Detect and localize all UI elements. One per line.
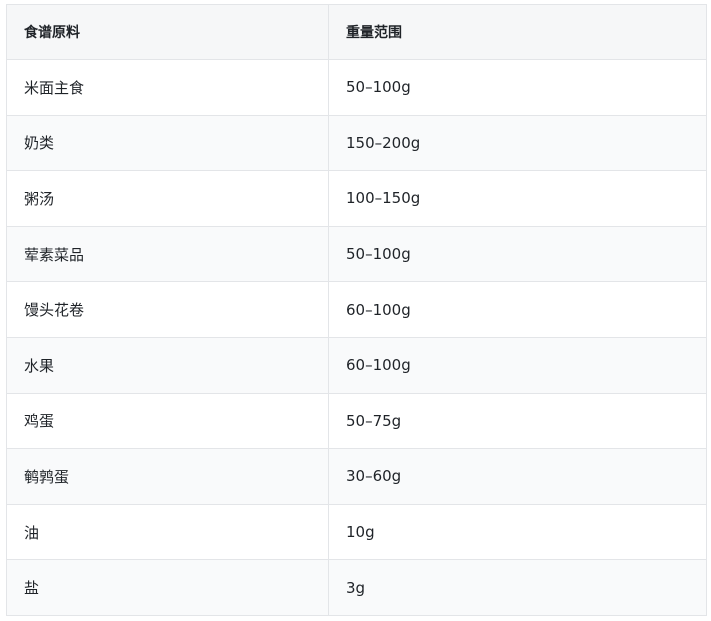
ingredient-cell: 米面主食 xyxy=(6,59,329,116)
table-row: 油 10g xyxy=(6,503,707,561)
table-row: 鸡蛋 50–75g xyxy=(6,392,707,450)
weight-range-cell: 60–100g xyxy=(328,281,707,338)
ingredient-cell: 盐 xyxy=(6,559,329,616)
table-row: 盐 3g xyxy=(6,559,707,616)
weight-range-cell: 50–100g xyxy=(328,59,707,116)
ingredient-cell: 荤素菜品 xyxy=(6,225,329,283)
table-row: 水果 60–100g xyxy=(6,336,707,394)
ingredient-cell: 馒头花卷 xyxy=(6,281,329,338)
weight-range-cell: 150–200g xyxy=(328,114,707,172)
table-row: 馒头花卷 60–100g xyxy=(6,281,707,338)
ingredient-cell: 油 xyxy=(6,503,329,561)
weight-range-cell: 30–60g xyxy=(328,448,707,505)
table-row: 鹌鹑蛋 30–60g xyxy=(6,448,707,505)
recipe-weight-table: 食谱原料 重量范围 米面主食 50–100g 奶类 150–200g 粥汤 10… xyxy=(6,4,707,616)
weight-range-cell: 3g xyxy=(328,559,707,616)
weight-range-cell: 50–100g xyxy=(328,225,707,283)
ingredient-cell: 鸡蛋 xyxy=(6,392,329,450)
weight-range-cell: 50–75g xyxy=(328,392,707,450)
table-row: 米面主食 50–100g xyxy=(6,59,707,116)
ingredient-cell: 奶类 xyxy=(6,114,329,172)
header-weight-range: 重量范围 xyxy=(328,4,707,60)
table-row: 粥汤 100–150g xyxy=(6,170,707,227)
ingredient-cell: 鹌鹑蛋 xyxy=(6,448,329,505)
header-ingredient: 食谱原料 xyxy=(6,4,329,60)
weight-range-cell: 10g xyxy=(328,503,707,561)
table-row: 奶类 150–200g xyxy=(6,114,707,172)
weight-range-cell: 60–100g xyxy=(328,336,707,394)
table-row: 荤素菜品 50–100g xyxy=(6,225,707,283)
ingredient-cell: 粥汤 xyxy=(6,170,329,227)
weight-range-cell: 100–150g xyxy=(328,170,707,227)
ingredient-cell: 水果 xyxy=(6,336,329,394)
recipe-weight-table-container: 食谱原料 重量范围 米面主食 50–100g 奶类 150–200g 粥汤 10… xyxy=(6,4,707,616)
table-header-row: 食谱原料 重量范围 xyxy=(6,4,707,60)
